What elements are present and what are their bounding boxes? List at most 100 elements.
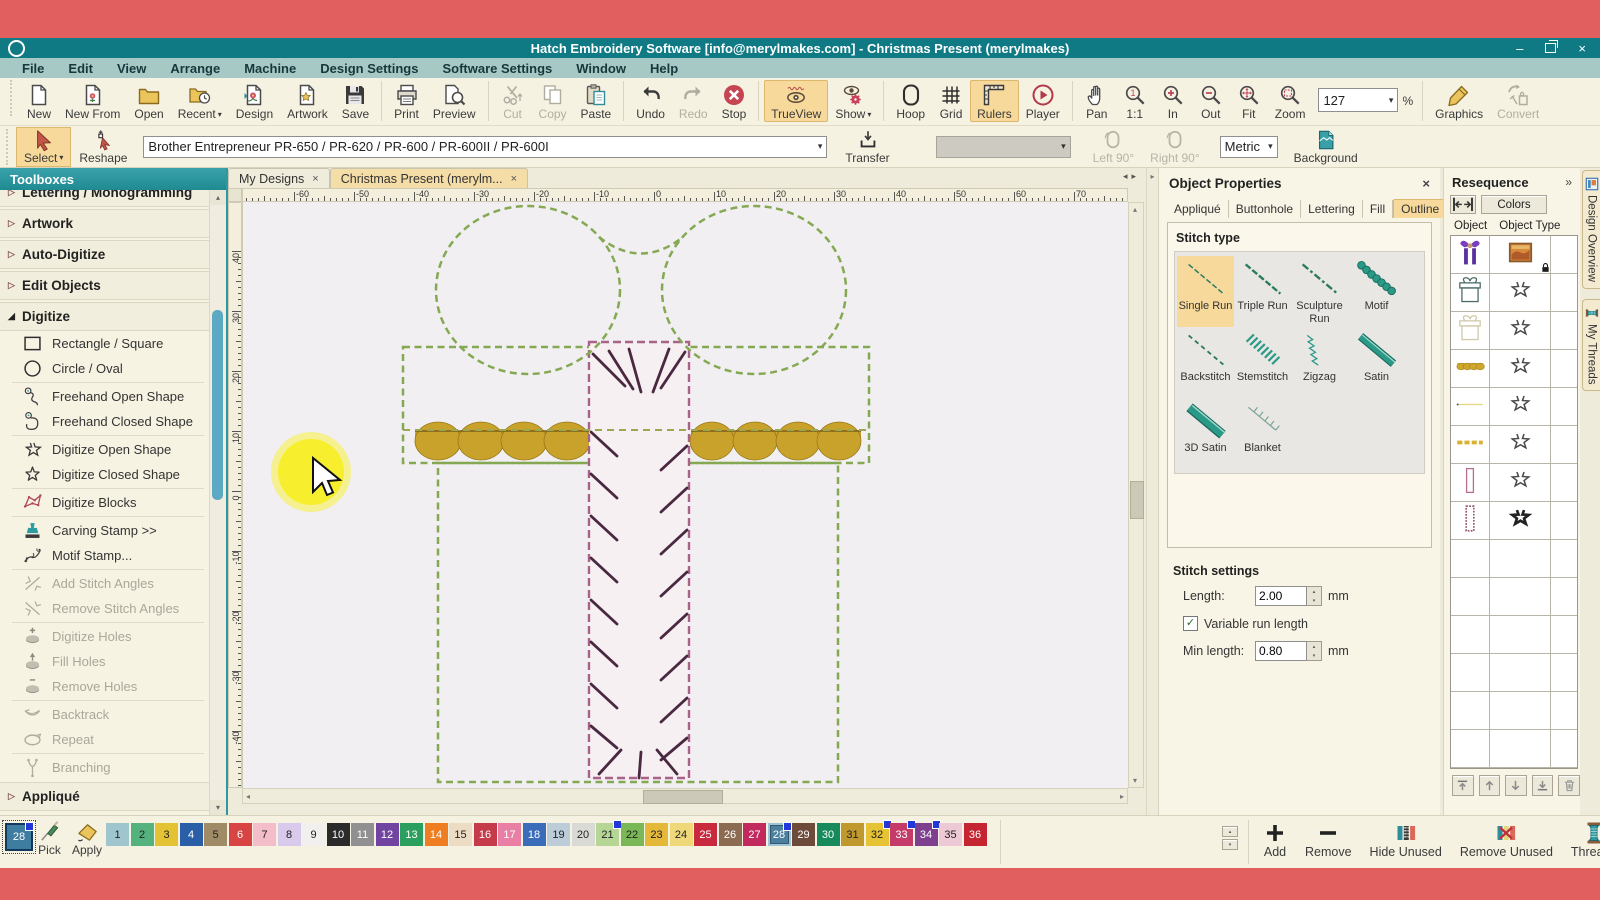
toolbar-button[interactable]: In▾ [1154, 80, 1192, 122]
trash[interactable] [1558, 775, 1580, 796]
vertical-scrollbar[interactable]: ▴ ▾ [1128, 202, 1144, 788]
rotate-left-90-button[interactable]: Left 90° [1085, 127, 1143, 167]
toolbar-button[interactable]: Undo▾ [629, 80, 672, 122]
toolbar-button[interactable]: Copy▾ [532, 80, 574, 122]
color-swatch[interactable]: 23 [645, 823, 668, 846]
resequence-swap-button[interactable] [1450, 195, 1476, 214]
scrollbar-thumb[interactable] [643, 790, 723, 804]
toolbar-button[interactable]: Design▾ [229, 80, 280, 122]
toolbar-button[interactable]: Fit▾ [1230, 80, 1268, 122]
toolbar-button[interactable]: Paste▾ [574, 80, 619, 122]
panel-chevron-icon[interactable]: » [1565, 175, 1572, 189]
stitch-type-option[interactable]: Blanket [1234, 398, 1291, 469]
mv-bot[interactable] [1532, 775, 1554, 796]
min-length-stepper[interactable]: ▴▾ [1307, 641, 1322, 661]
tab-close-icon[interactable]: × [312, 173, 318, 185]
scrollbar-thumb[interactable] [1130, 481, 1144, 519]
properties-tab[interactable]: Buttonhole [1229, 200, 1301, 218]
toolbar-button[interactable]: Pan▾ [1078, 80, 1116, 122]
toolbar-button[interactable]: Redo▾ [672, 80, 715, 122]
panel-splitter[interactable]: ▸ [1146, 168, 1158, 815]
palette-button[interactable]: Add [1254, 821, 1296, 859]
toolbar-button[interactable]: Artwork▾ [280, 80, 335, 122]
scrollbar-thumb[interactable] [212, 310, 223, 500]
color-swatch[interactable]: 8 [278, 823, 301, 846]
mv-up[interactable] [1479, 775, 1501, 796]
color-swatch[interactable]: 1 [106, 823, 129, 846]
toolbar-button[interactable]: New From▾ [58, 80, 127, 122]
color-swatch[interactable]: 34 [915, 823, 938, 846]
scroll-up-icon[interactable]: ▴ [1133, 205, 1137, 214]
properties-tab[interactable]: Fill [1363, 200, 1393, 218]
menu-item[interactable]: Machine [232, 61, 308, 76]
color-swatch[interactable]: 17 [498, 823, 521, 846]
object-row[interactable] [1451, 692, 1577, 730]
color-swatch[interactable]: 22 [621, 823, 644, 846]
apply-color-button[interactable]: Apply [72, 820, 102, 857]
stitch-type-option[interactable]: Single Run [1177, 256, 1234, 327]
toolbar-button[interactable]: Zoom▾ [1268, 80, 1313, 122]
stitch-type-option[interactable]: Satin [1348, 327, 1405, 398]
object-row[interactable] [1451, 236, 1577, 274]
color-swatch[interactable]: 13 [400, 823, 423, 846]
object-row[interactable] [1451, 426, 1577, 464]
color-swatch[interactable]: 14 [425, 823, 448, 846]
mv-down[interactable] [1505, 775, 1527, 796]
object-row[interactable] [1451, 578, 1577, 616]
color-swatch[interactable]: 31 [841, 823, 864, 846]
stitch-type-option[interactable]: Stemstitch [1234, 327, 1291, 398]
menu-item[interactable]: Window [564, 61, 638, 76]
color-swatch[interactable]: 12 [376, 823, 399, 846]
color-swatch[interactable]: 30 [817, 823, 840, 846]
menu-item[interactable]: Edit [56, 61, 105, 76]
color-swatch[interactable]: 3 [155, 823, 178, 846]
design-viewport[interactable] [242, 202, 1128, 788]
variable-run-length-checkbox[interactable]: ✓ [1183, 616, 1198, 631]
stitch-type-option[interactable]: Triple Run [1234, 256, 1291, 327]
color-swatch[interactable]: 33 [890, 823, 913, 846]
background-button[interactable]: Background [1286, 127, 1366, 167]
reshape-tool-button[interactable]: Reshape [71, 127, 135, 167]
object-row[interactable] [1451, 388, 1577, 426]
toolbar-button[interactable]: Grid▾ [932, 80, 970, 122]
color-swatch[interactable]: 19 [547, 823, 570, 846]
color-swatch[interactable]: 9 [302, 823, 325, 846]
toolbar-button[interactable]: Out▾ [1192, 80, 1230, 122]
object-row[interactable] [1451, 502, 1577, 540]
menu-item[interactable]: Software Settings [430, 61, 564, 76]
design-tab[interactable]: My Designs × [228, 168, 330, 188]
color-swatch[interactable]: 4 [180, 823, 203, 846]
palette-button[interactable]: Remove Unused [1451, 821, 1562, 859]
tab-close-icon[interactable]: × [511, 173, 517, 185]
current-color-indicator[interactable]: 28 [5, 823, 33, 851]
palette-button[interactable]: Threads [1562, 821, 1600, 859]
stitch-type-option[interactable]: Motif [1348, 256, 1405, 327]
toolbar-button[interactable]: Recent▾ [171, 80, 229, 122]
panel-close-icon[interactable]: × [1422, 176, 1430, 191]
machine-select-combo[interactable]: Brother Entrepreneur PR-650 / PR-620 / P… [143, 136, 827, 158]
toolbar-button[interactable]: Print▾ [387, 80, 426, 122]
restore-button[interactable] [1545, 43, 1556, 53]
toolbar-button[interactable]: Stop▾ [715, 80, 754, 122]
color-swatch[interactable]: 26 [719, 823, 742, 846]
units-combo[interactable]: Metric▾ [1220, 136, 1278, 158]
stitch-type-option[interactable]: Backstitch [1177, 327, 1234, 398]
color-swatch[interactable]: 18 [523, 823, 546, 846]
menu-item[interactable]: Help [638, 61, 690, 76]
side-tab[interactable]: My Threads [1582, 299, 1600, 392]
color-swatch[interactable]: 6 [229, 823, 252, 846]
zoom-level-combo[interactable]: 127▾ [1318, 88, 1398, 112]
stitch-type-option[interactable]: Sculpture Run [1291, 256, 1348, 327]
toolbar-button[interactable]: New▾ [20, 80, 58, 122]
toolbar-button[interactable]: TrueView▾ [764, 80, 828, 122]
tab-scroll-icons[interactable]: ◂▸ [1123, 171, 1140, 182]
toolbar-button[interactable]: 1 1:1▾ [1116, 80, 1154, 122]
toolbar-button[interactable]: Graphics [1428, 80, 1490, 122]
toolbar-button[interactable]: Hoop▾ [889, 80, 932, 122]
color-swatch[interactable]: 10 [327, 823, 350, 846]
menu-item[interactable]: File [10, 61, 56, 76]
scroll-left-icon[interactable]: ◂ [246, 792, 250, 801]
color-swatch[interactable]: 32 [866, 823, 889, 846]
mv-top[interactable] [1452, 775, 1474, 796]
color-swatch[interactable]: 15 [449, 823, 472, 846]
